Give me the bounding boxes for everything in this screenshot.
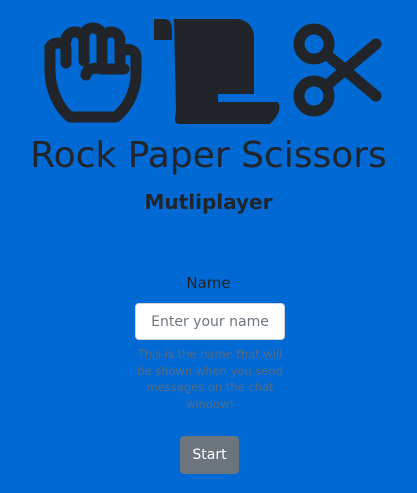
name-label: Name [186, 274, 231, 292]
name-input[interactable] [135, 303, 285, 340]
name-help-text: This is the name that will be shown when… [137, 347, 283, 411]
page-title: Rock Paper Scissors [30, 135, 387, 176]
fist-icon [44, 22, 142, 123]
hero-icons [0, 12, 417, 124]
page-subtitle: Mutliplayer [144, 190, 273, 214]
start-button[interactable]: Start [180, 436, 239, 474]
scroll-icon [154, 19, 280, 124]
scissors-icon [293, 23, 382, 117]
